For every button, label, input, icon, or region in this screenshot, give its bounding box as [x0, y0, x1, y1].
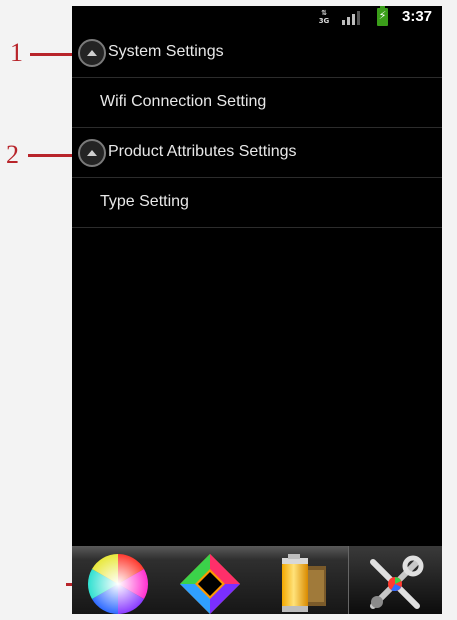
- network-3g-icon: ⇅ 3G: [318, 9, 330, 25]
- callout-number-2: 2: [6, 140, 19, 169]
- phone-screen: ⇅ 3G ⚡ 3:37 System Settings Wifi Connecti…: [72, 6, 442, 614]
- callout-line-1: [30, 53, 78, 56]
- expand-collapse-icon[interactable]: [78, 139, 106, 167]
- settings-list: System Settings Wifi Connection Setting …: [72, 28, 442, 228]
- battery-charging-icon: ⚡: [377, 6, 388, 26]
- callout-line-2: [28, 154, 78, 157]
- group-system-settings[interactable]: System Settings: [72, 28, 442, 78]
- expand-collapse-icon[interactable]: [78, 39, 106, 67]
- tab-color-wheel[interactable]: [72, 546, 164, 614]
- color-wheel-icon: [87, 554, 149, 614]
- tools-icon: [370, 555, 424, 609]
- group-product-attributes-settings[interactable]: Product Attributes Settings: [72, 128, 442, 178]
- callout-number-1: 1: [10, 38, 23, 67]
- film-canister-icon: [282, 554, 326, 612]
- bottom-tab-bar: [72, 546, 442, 614]
- color-diamond-icon: [180, 554, 240, 614]
- status-bar: ⇅ 3G ⚡ 3:37: [72, 6, 442, 28]
- tab-color-diamond[interactable]: [164, 546, 256, 614]
- tab-tools[interactable]: [348, 546, 442, 614]
- group-label: Product Attributes Settings: [108, 143, 297, 160]
- item-label: Wifi Connection Setting: [100, 93, 267, 110]
- tab-film-canister[interactable]: [256, 546, 348, 614]
- item-wifi-connection-setting[interactable]: Wifi Connection Setting: [72, 78, 442, 128]
- item-label: Type Setting: [100, 193, 189, 210]
- signal-strength-icon: [342, 10, 362, 25]
- item-type-setting[interactable]: Type Setting: [72, 178, 442, 228]
- group-label: System Settings: [108, 43, 224, 60]
- status-clock: 3:37: [402, 8, 433, 25]
